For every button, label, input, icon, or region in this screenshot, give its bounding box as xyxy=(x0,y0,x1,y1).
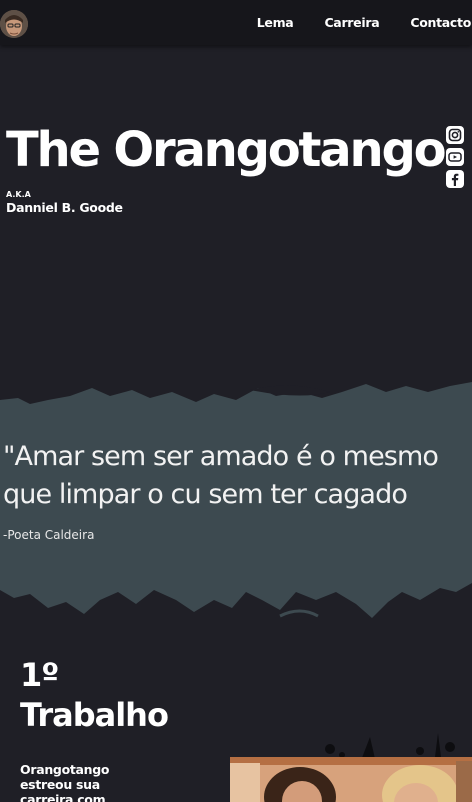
section-title-line-1: 1º xyxy=(20,656,59,694)
hero-title: The Orangotango xyxy=(6,122,447,178)
nav-link-lema[interactable]: Lema xyxy=(257,15,294,30)
nav-link-carreira[interactable]: Carreira xyxy=(324,15,379,30)
quote-line-1: "Amar sem ser amado é o mesmo xyxy=(3,441,439,472)
section-title: 1º Trabalho xyxy=(20,655,169,735)
section-title-line-2: Trabalho xyxy=(20,696,169,734)
social-links xyxy=(446,126,464,188)
aka-label: A.K.A xyxy=(6,190,31,199)
navbar: Lema Carreira Contacto xyxy=(0,0,472,45)
quote-line-2: que limpar o cu sem ter cagado xyxy=(3,479,408,510)
youtube-icon[interactable] xyxy=(446,148,464,166)
quote-text: "Amar sem ser amado é o mesmo que limpar… xyxy=(3,438,472,514)
avatar-image xyxy=(0,10,28,38)
avatar[interactable] xyxy=(0,10,28,38)
nav-link-contacto[interactable]: Contacto xyxy=(410,15,471,30)
facebook-icon[interactable] xyxy=(446,170,464,188)
aka-name: Danniel B. Goode xyxy=(6,200,123,215)
career-photo xyxy=(230,757,472,802)
nav-links: Lema Carreira Contacto xyxy=(257,0,472,45)
quote-author: -Poeta Caldeira xyxy=(3,528,95,542)
instagram-icon[interactable] xyxy=(446,126,464,144)
section-text: Orangotango estreou sua carreira com xyxy=(20,762,110,802)
